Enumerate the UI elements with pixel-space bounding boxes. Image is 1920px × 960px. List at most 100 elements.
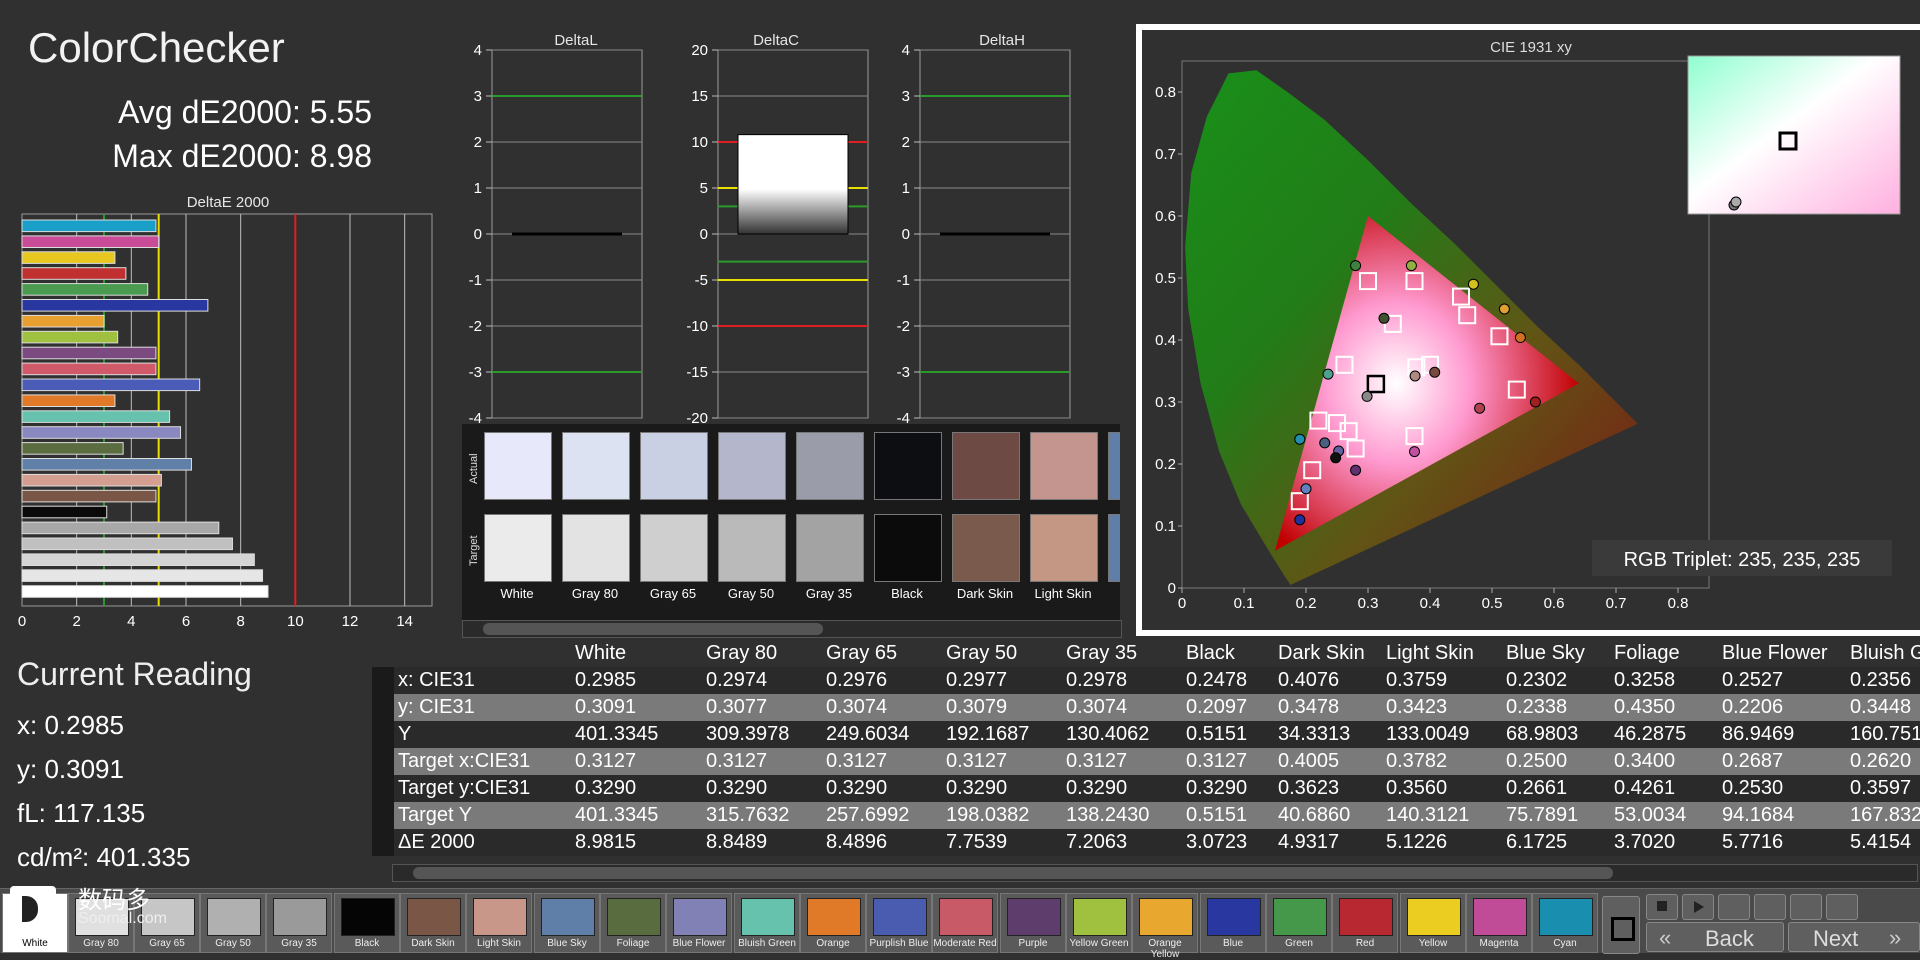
deltaH-y-tick: -1 bbox=[897, 272, 910, 289]
patch-button[interactable]: Cyan bbox=[1532, 893, 1598, 953]
table-cell: 5.4154 bbox=[1850, 831, 1912, 853]
film-icon[interactable] bbox=[1718, 894, 1750, 920]
next-button[interactable]: Next » bbox=[1788, 922, 1920, 952]
patch-label: Gray 35 bbox=[281, 938, 317, 949]
table-cell: 0.2302 bbox=[1506, 669, 1568, 691]
deltae-bar bbox=[21, 346, 157, 360]
table-row: Target Y 401.3345 315.7632 257.6992 198.0382… bbox=[372, 802, 1920, 829]
patch-button[interactable]: Black bbox=[334, 893, 400, 953]
patch-button[interactable]: Dark Skin bbox=[400, 893, 466, 953]
check-icon[interactable] bbox=[1826, 894, 1858, 920]
back-button[interactable]: « Back bbox=[1646, 922, 1784, 952]
measured-point bbox=[1378, 312, 1390, 324]
table-cell: 0.3623 bbox=[1278, 777, 1340, 799]
deltaH-y-tick: 1 bbox=[902, 180, 910, 197]
target-swatch bbox=[640, 514, 708, 582]
patch-button[interactable]: Purple bbox=[1000, 893, 1066, 953]
measured-point bbox=[1429, 366, 1441, 378]
swatch-scrollbar-thumb[interactable] bbox=[483, 623, 823, 635]
table-cell: 0.2977 bbox=[946, 669, 1008, 691]
table-cell: 140.3121 bbox=[1386, 804, 1470, 826]
patch-button[interactable]: Bluish Green bbox=[734, 893, 800, 953]
target-swatch bbox=[874, 514, 942, 582]
target-row-label: Target bbox=[468, 535, 480, 566]
deltae-x-tick: 10 bbox=[287, 613, 304, 630]
deltaL-y-tick: -4 bbox=[469, 410, 482, 424]
table-cell: 0.2500 bbox=[1506, 750, 1568, 772]
actual-swatch bbox=[484, 432, 552, 500]
watermark-en: Soomal.com bbox=[78, 910, 167, 927]
play-icon[interactable] bbox=[1682, 894, 1714, 920]
table-cell: 167.8324 bbox=[1850, 804, 1920, 826]
stop-button[interactable] bbox=[1602, 896, 1640, 954]
patch-button[interactable]: Orange Yellow bbox=[1132, 893, 1198, 960]
patch-button[interactable]: Magenta bbox=[1466, 893, 1532, 953]
target-swatch bbox=[484, 514, 552, 582]
refresh-icon[interactable] bbox=[1790, 894, 1822, 920]
swatch-scrollbar[interactable] bbox=[462, 620, 1122, 638]
patch-swatch bbox=[341, 898, 395, 936]
patch-swatch bbox=[873, 898, 927, 936]
patch-button[interactable]: Yellow bbox=[1400, 893, 1466, 953]
deltaH-y-tick: 0 bbox=[902, 226, 910, 243]
cie-y-tick: 0.4 bbox=[1155, 332, 1176, 349]
patch-button[interactable]: Gray 35 bbox=[266, 893, 332, 953]
loop-icon[interactable] bbox=[1754, 894, 1786, 920]
measured-point bbox=[1322, 368, 1334, 380]
table-scrollbar-thumb[interactable] bbox=[413, 867, 1613, 879]
patch-button[interactable]: Light Skin bbox=[466, 893, 532, 953]
deltae-bar bbox=[21, 458, 192, 471]
cie-x-tick: 0.5 bbox=[1482, 595, 1503, 612]
swatch-name: Gray 65 bbox=[649, 586, 697, 601]
table-row: x: CIE31 0.2985 0.2974 0.2976 0.2977 0.2978 0.… bbox=[372, 667, 1920, 694]
patch-button[interactable]: Orange bbox=[800, 893, 866, 953]
table-cell: 8.8489 bbox=[706, 831, 768, 853]
table-cell: 40.6860 bbox=[1278, 804, 1351, 826]
patch-button[interactable]: Red bbox=[1332, 893, 1398, 953]
patch-label: Gray 80 bbox=[83, 938, 119, 949]
patch-button[interactable]: Blue Flower bbox=[666, 893, 732, 953]
cie-x-tick: 0 bbox=[1178, 595, 1186, 612]
table-cell: 0.2530 bbox=[1722, 777, 1784, 799]
table-cell: 0.4076 bbox=[1278, 669, 1340, 691]
measured-point bbox=[1294, 433, 1306, 445]
measured-point bbox=[1350, 260, 1362, 272]
deltaC-y-tick: -20 bbox=[686, 410, 708, 424]
patch-button[interactable]: Purplish Blue bbox=[866, 893, 932, 953]
patch-button[interactable]: Yellow Green bbox=[1066, 893, 1132, 953]
cie-x-tick: 0.6 bbox=[1544, 595, 1565, 612]
patch-label: Blue Flower bbox=[672, 938, 726, 949]
table-cell: 0.3423 bbox=[1386, 696, 1448, 718]
deltac-value-bar bbox=[737, 134, 849, 235]
patch-button[interactable]: Blue bbox=[1200, 893, 1266, 953]
table-cell: 133.0049 bbox=[1386, 723, 1470, 745]
patch-label: Purple bbox=[1018, 938, 1048, 949]
table-cell: 53.0034 bbox=[1614, 804, 1687, 826]
patch-label: Cyan bbox=[1553, 938, 1577, 949]
patch-button[interactable]: Moderate Red bbox=[932, 893, 998, 953]
patch-button[interactable]: Foliage bbox=[600, 893, 666, 953]
table-cell: 5.7716 bbox=[1722, 831, 1784, 853]
measured-point bbox=[1361, 390, 1373, 402]
table-cell: 0.3127 bbox=[575, 750, 637, 772]
swatch-panel: Actual Target White Gray 80 Gray 65 Gray 50… bbox=[462, 424, 1120, 620]
stop-icon[interactable] bbox=[1646, 894, 1678, 920]
deltaH-y-tick: -3 bbox=[897, 364, 910, 381]
deltae-chart-title: DeltaE 2000 bbox=[186, 194, 270, 211]
deltaL-y-tick: -1 bbox=[469, 272, 482, 289]
table-cell: 0.2661 bbox=[1506, 777, 1568, 799]
patch-label: Gray 50 bbox=[215, 938, 251, 949]
patch-swatch bbox=[1007, 898, 1061, 936]
table-scrollbar[interactable] bbox=[392, 864, 1918, 882]
patch-label: Green bbox=[1285, 938, 1313, 949]
cie-x-tick: 0.7 bbox=[1606, 595, 1627, 612]
deltae-x-tick: 6 bbox=[182, 613, 190, 630]
patch-button[interactable]: Gray 50 bbox=[200, 893, 266, 953]
patch-swatch bbox=[1339, 898, 1393, 936]
patch-button[interactable]: Green bbox=[1266, 893, 1332, 953]
table-cell: 8.9815 bbox=[575, 831, 637, 853]
actual-swatch bbox=[952, 432, 1020, 500]
table-cell: 0.4350 bbox=[1614, 696, 1676, 718]
patch-button[interactable]: Blue Sky bbox=[534, 893, 600, 953]
measured-point bbox=[1409, 446, 1420, 458]
